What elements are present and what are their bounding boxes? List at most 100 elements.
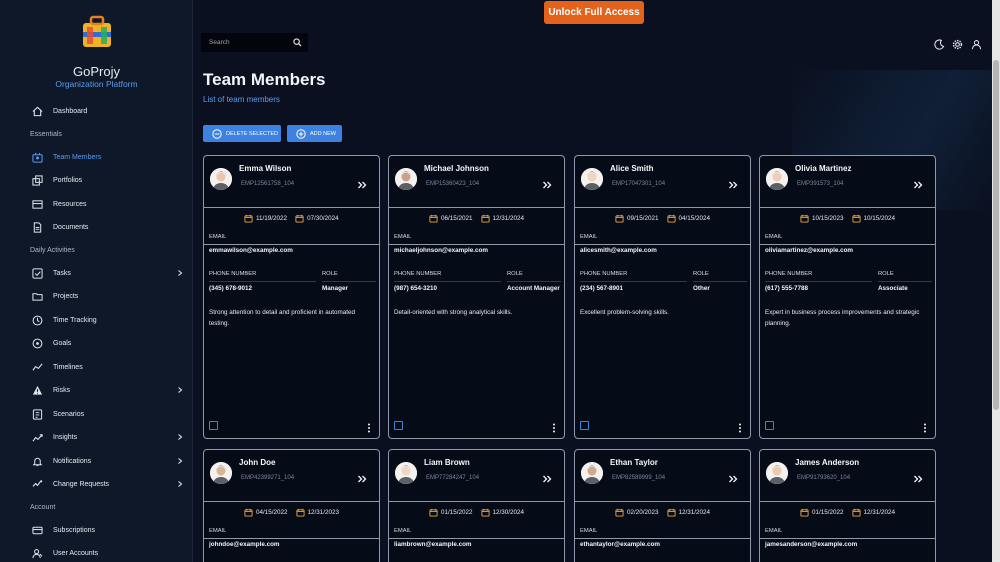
member-email: oliviamartinez@example.com [765,247,854,254]
sidebar-item-documents[interactable]: Documents [0,216,192,240]
start-date: 01/15/2022 [812,509,844,516]
select-checkbox[interactable] [580,421,589,430]
sidebar-item-label: Team Members [53,153,102,161]
member-card[interactable]: Olivia Martinez EMP391573_104 10/15/2023 10… [759,155,936,439]
sidebar-item-tasks[interactable]: Tasks [0,262,192,286]
select-checkbox[interactable] [765,421,774,430]
double-chevron-right-icon[interactable] [357,474,367,484]
member-card[interactable]: Liam Brown EMP77284247_104 01/15/2022 12/30… [388,449,565,562]
delete-selected-button[interactable]: DELETE SELECTED [203,125,281,142]
sidebar-item-time-tracking[interactable]: Time Tracking [0,309,192,333]
user-icon[interactable] [971,39,982,50]
email-label: EMAIL [765,234,783,240]
email-label: EMAIL [580,528,598,534]
member-card[interactable]: Michael Johnson EMP15360423_104 06/15/2021… [388,155,565,439]
settings-button[interactable] [952,37,963,50]
sidebar-item-insights[interactable]: Insights [0,426,192,450]
member-card[interactable]: Ethan Taylor EMP82589999_104 02/20/2023 12/… [574,449,751,562]
sidebar-item-goals[interactable]: Goals [0,332,192,356]
field-underline [394,281,501,282]
phone-label: PHONE NUMBER [209,271,257,277]
trend-line-icon [32,363,43,371]
search-box [201,33,308,52]
scenario-icon [32,409,43,420]
member-card[interactable]: Alice Smith EMP17047301_104 09/15/2021 04/1… [574,155,751,439]
change-request-icon [32,480,43,487]
member-card[interactable]: Emma Wilson EMP12561758_104 11/19/2022 07/3… [203,155,380,439]
employee-id: EMP17047301_104 [612,181,666,187]
double-chevron-right-icon[interactable] [913,180,923,190]
sidebar-item-label: Portfolios [53,177,83,185]
clock-icon [32,315,43,326]
calendar-icon [429,214,438,223]
sidebar-item-notifications[interactable]: Notifications [0,450,192,474]
select-checkbox[interactable] [394,421,403,430]
sidebar-item-label: Change Requests [53,481,110,489]
unlock-full-access-button[interactable]: Unlock Full Access [544,1,644,24]
double-chevron-right-icon[interactable] [728,180,738,190]
sidebar-item-label: Notifications [53,457,92,465]
double-chevron-right-icon[interactable] [913,474,923,484]
member-card[interactable]: John Doe EMP42399271_104 04/15/2022 12/31/2… [203,449,380,562]
field-underline [209,281,316,282]
member-phone: (987) 654-3210 [394,285,438,292]
card-divider [389,538,564,539]
end-date: 12/30/2024 [492,509,525,516]
sidebar-item-risks[interactable]: Risks [0,379,192,403]
gear-icon[interactable] [952,39,963,50]
double-chevron-right-icon[interactable] [542,474,552,484]
card-divider [760,501,935,502]
calendar-icon [244,508,253,517]
more-vertical-icon[interactable] [366,423,372,433]
field-underline [765,281,872,282]
more-vertical-icon[interactable] [737,423,743,433]
double-chevron-right-icon[interactable] [728,474,738,484]
sidebar-nav: Dashboard Essentials Team Members Portfo… [0,100,192,562]
sidebar-item-label: Projects [53,293,79,301]
avatar [766,462,788,484]
calendar-icon [666,214,676,223]
end-date: 12/31/2024 [863,509,896,516]
date-range: 09/15/2021 04/15/2024 [615,214,710,223]
chevron-right-icon [178,387,183,393]
sidebar-item-user-accounts[interactable]: User Accounts [0,542,192,562]
theme-toggle[interactable] [934,37,945,50]
start-date: 09/15/2021 [627,215,659,222]
sidebar-item-timelines[interactable]: Timelines [0,356,192,380]
sidebar-item-resources[interactable]: Resources [0,193,192,217]
avatar [766,168,788,190]
search-icon[interactable] [293,38,302,47]
profile-button[interactable] [971,37,982,50]
sidebar-item-scenarios[interactable]: Scenarios [0,403,192,427]
member-card[interactable]: James Anderson EMP91793620_104 01/15/2022 1… [759,449,936,562]
sidebar-item-change-requests[interactable]: Change Requests [0,473,192,497]
moon-icon[interactable] [934,39,945,50]
search-input[interactable] [201,33,289,52]
nav-section-essentials: Essentials [30,131,62,138]
sidebar-item-subscriptions[interactable]: Subscriptions [0,519,192,543]
more-vertical-icon[interactable] [551,423,557,433]
more-vertical-icon[interactable] [922,423,928,433]
sidebar-item-dashboard[interactable]: Dashboard [0,100,192,124]
sidebar-item-label: Tasks [53,269,71,277]
employee-id: EMP77284247_104 [426,475,480,481]
select-checkbox[interactable] [209,421,218,430]
add-new-button[interactable]: ADD NEW [287,125,342,142]
sidebar-item-portfolios[interactable]: Portfolios [0,169,192,193]
double-chevron-right-icon[interactable] [357,180,367,190]
employee-id: EMP391573_104 [797,181,844,187]
sidebar-item-label: Documents [53,224,89,232]
start-date: 06/15/2021 [441,215,473,222]
role-label: ROLE [322,271,338,277]
double-chevron-right-icon[interactable] [542,180,552,190]
card-divider [389,244,564,245]
field-underline [580,281,687,282]
date-range: 01/15/2022 12/31/2024 [800,508,895,517]
sidebar-item-team-members[interactable]: Team Members [0,146,192,170]
card-divider [389,207,564,208]
date-range: 06/15/2021 12/31/2024 [429,214,524,223]
page-scrollbar[interactable] [992,0,1000,562]
scrollbar-thumb[interactable] [993,60,999,410]
sidebar-item-projects[interactable]: Projects [0,285,192,309]
card-divider [204,538,379,539]
